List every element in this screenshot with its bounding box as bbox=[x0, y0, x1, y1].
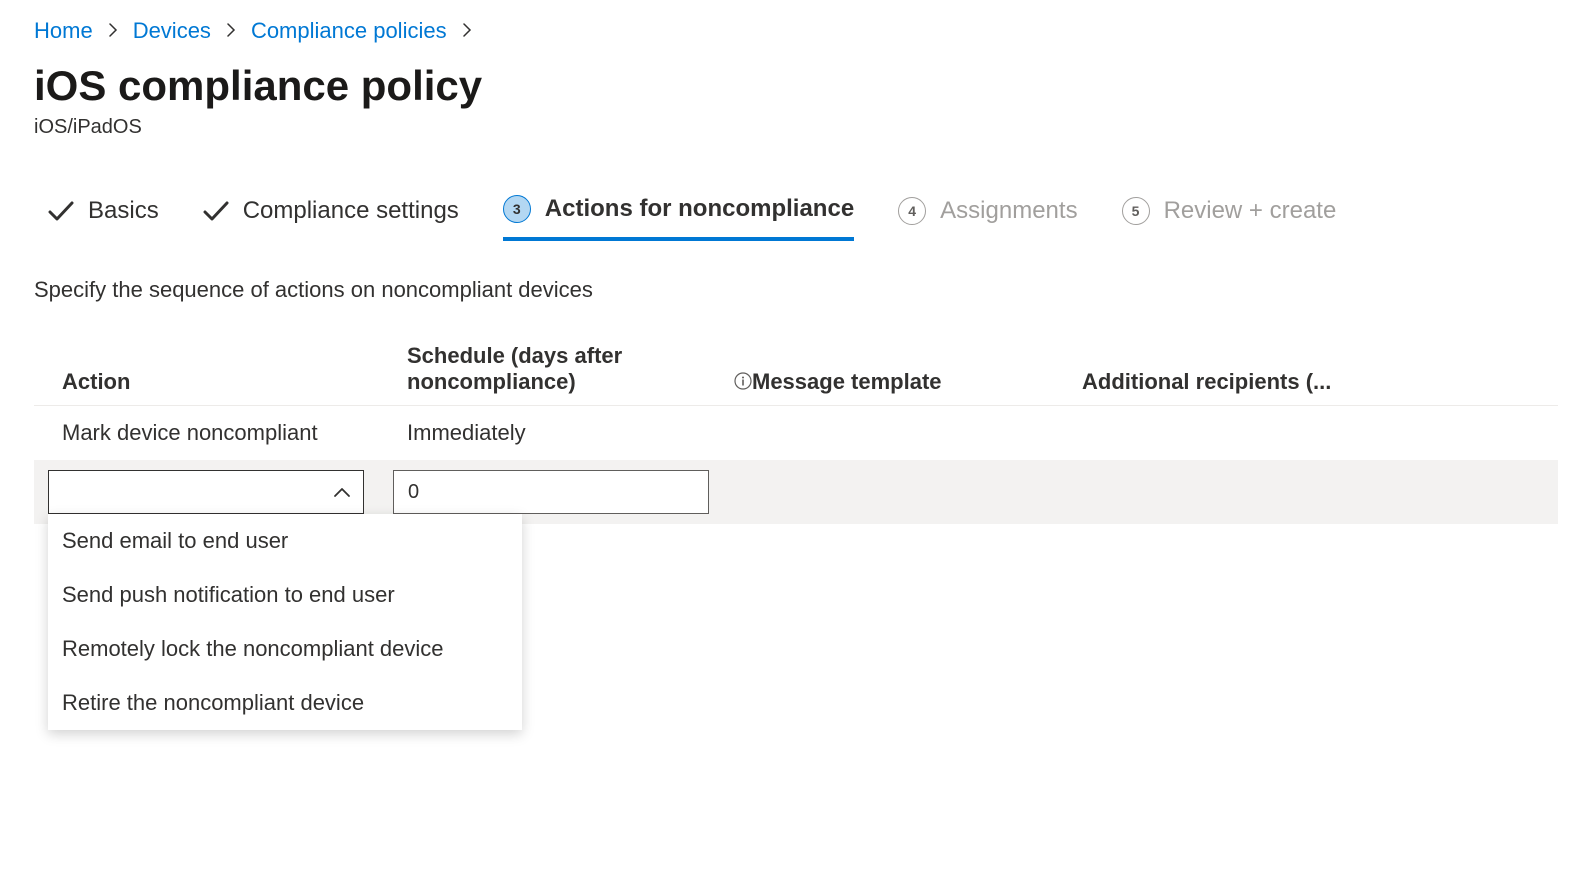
tab-actions-noncompliance[interactable]: 3 Actions for noncompliance bbox=[503, 195, 854, 241]
tab-label: Basics bbox=[88, 197, 159, 225]
check-icon bbox=[203, 198, 229, 224]
tab-label: Actions for noncompliance bbox=[545, 195, 854, 223]
dropdown-item-send-email[interactable]: Send email to end user bbox=[48, 514, 522, 568]
tab-assignments[interactable]: 4 Assignments bbox=[898, 195, 1077, 241]
chevron-up-icon bbox=[333, 483, 351, 501]
wizard-tabs: Basics Compliance settings 3 Actions for… bbox=[34, 195, 1558, 241]
schedule-input[interactable] bbox=[393, 470, 709, 514]
dropdown-item-send-push[interactable]: Send push notification to end user bbox=[48, 568, 522, 622]
step-number-icon: 4 bbox=[898, 197, 926, 225]
dropdown-item-remote-lock[interactable]: Remotely lock the noncompliant device bbox=[48, 622, 522, 676]
column-header-action: Action bbox=[62, 343, 407, 395]
page-subtitle: iOS/iPadOS bbox=[34, 116, 1558, 139]
info-icon[interactable] bbox=[734, 371, 752, 391]
tab-review-create[interactable]: 5 Review + create bbox=[1122, 195, 1337, 241]
breadcrumb-home[interactable]: Home bbox=[34, 18, 93, 44]
table-row-editing: Send email to end user Send push notific… bbox=[34, 460, 1558, 524]
chevron-right-icon bbox=[107, 21, 119, 42]
cell-action: Mark device noncompliant bbox=[62, 420, 407, 446]
table-row[interactable]: Mark device noncompliant Immediately bbox=[34, 406, 1558, 460]
step-number-icon: 3 bbox=[503, 195, 531, 223]
action-dropdown-menu: Send email to end user Send push notific… bbox=[48, 514, 522, 730]
table-header: Action Schedule (days after noncomplianc… bbox=[34, 335, 1558, 406]
tab-basics[interactable]: Basics bbox=[48, 195, 159, 241]
column-header-schedule: Schedule (days after noncompliance) bbox=[407, 343, 752, 395]
tab-compliance-settings[interactable]: Compliance settings bbox=[203, 195, 459, 241]
breadcrumb: Home Devices Compliance policies bbox=[34, 18, 1558, 44]
check-icon bbox=[48, 198, 74, 224]
page-description: Specify the sequence of actions on nonco… bbox=[34, 277, 1558, 303]
column-header-additional-recipients: Additional recipients (... bbox=[1082, 343, 1544, 395]
chevron-right-icon bbox=[461, 21, 473, 42]
tab-label: Review + create bbox=[1164, 197, 1337, 225]
tab-label: Assignments bbox=[940, 197, 1077, 225]
cell-schedule: Immediately bbox=[407, 420, 752, 446]
page-title: iOS compliance policy bbox=[34, 62, 1558, 110]
breadcrumb-devices[interactable]: Devices bbox=[133, 18, 211, 44]
tab-label: Compliance settings bbox=[243, 197, 459, 225]
action-dropdown[interactable] bbox=[48, 470, 364, 514]
dropdown-item-retire[interactable]: Retire the noncompliant device bbox=[48, 676, 522, 730]
step-number-icon: 5 bbox=[1122, 197, 1150, 225]
chevron-right-icon bbox=[225, 21, 237, 42]
actions-table: Action Schedule (days after noncomplianc… bbox=[34, 335, 1558, 524]
breadcrumb-compliance-policies[interactable]: Compliance policies bbox=[251, 18, 447, 44]
column-header-message-template: Message template bbox=[752, 343, 1082, 395]
